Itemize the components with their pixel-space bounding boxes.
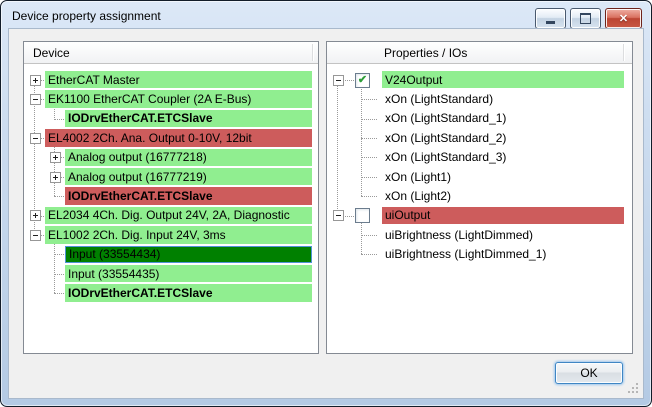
tree-item-label[interactable]: xOn (Light1) bbox=[382, 168, 624, 185]
minimize-icon bbox=[546, 21, 555, 24]
expand-icon[interactable] bbox=[30, 75, 41, 86]
tree-guide-line bbox=[361, 177, 377, 178]
tree-item-label[interactable]: Input (33554435) bbox=[65, 265, 312, 282]
tree-item-label[interactable]: Analog output (16777218) bbox=[65, 149, 312, 166]
close-icon: ✕ bbox=[619, 12, 628, 25]
tree-row: IODrvEtherCAT.ETCSlave bbox=[24, 109, 318, 128]
properties-column-header: Properties / IOs bbox=[327, 42, 632, 64]
tree-row: EL2034 4Ch. Dig. Output 24V, 2A, Diagnos… bbox=[24, 206, 318, 225]
dialog-client-area: Device EtherCAT Master EK1100 EtherCAT Co… bbox=[9, 29, 643, 398]
tree-guide-line bbox=[361, 235, 377, 236]
tree-item-label[interactable]: IODrvEtherCAT.ETCSlave bbox=[65, 284, 312, 301]
collapse-icon[interactable] bbox=[30, 94, 41, 105]
device-tree: EtherCAT Master EK1100 EtherCAT Coupler (… bbox=[24, 64, 318, 354]
tree-guide-line bbox=[361, 138, 377, 139]
tree-guide-line bbox=[361, 196, 377, 197]
maximize-icon bbox=[580, 13, 591, 24]
tree-item-label[interactable]: uiBrightness (LightDimmed_1) bbox=[382, 246, 624, 263]
titlebar-buttons: ✕ bbox=[535, 8, 642, 29]
expand-icon[interactable] bbox=[50, 152, 61, 163]
properties-header-label: Properties / IOs bbox=[384, 46, 467, 60]
tree-item-label[interactable]: Analog output (16777219) bbox=[65, 168, 312, 185]
tree-row: Analog output (16777219) bbox=[24, 167, 318, 186]
tree-row: EL1002 2Ch. Dig. Input 24V, 3ms bbox=[24, 225, 318, 244]
tree-guide-line bbox=[54, 240, 55, 293]
tree-item-label[interactable]: xOn (LightStandard_2) bbox=[382, 129, 624, 146]
tree-guide-line bbox=[54, 143, 55, 196]
tree-item-label[interactable]: Input (33554434) bbox=[65, 246, 312, 263]
tree-guide-line bbox=[361, 119, 377, 120]
tree-item-label[interactable]: uiBrightness (LightDimmed) bbox=[382, 226, 624, 243]
tree-item-label[interactable]: uiOutput bbox=[382, 207, 624, 224]
tree-item-label[interactable]: EtherCAT Master bbox=[45, 71, 312, 88]
collapse-icon[interactable] bbox=[333, 210, 344, 221]
device-column-header: Device bbox=[24, 42, 318, 64]
assignment-checkbox[interactable] bbox=[355, 208, 370, 223]
ok-button[interactable]: OK bbox=[555, 362, 623, 384]
tree-guide-line bbox=[337, 80, 338, 216]
window-title: Device property assignment bbox=[12, 9, 161, 23]
tree-item-label[interactable]: IODrvEtherCAT.ETCSlave bbox=[65, 187, 312, 204]
tree-item-label[interactable]: EL1002 2Ch. Dig. Input 24V, 3ms bbox=[45, 226, 312, 243]
column-separator bbox=[312, 44, 314, 61]
collapse-icon[interactable] bbox=[30, 230, 41, 241]
device-tree-panel: Device EtherCAT Master EK1100 EtherCAT Co… bbox=[23, 41, 319, 354]
tree-row: IODrvEtherCAT.ETCSlave bbox=[24, 186, 318, 205]
tree-row: V24Output ✔ bbox=[327, 70, 632, 89]
expand-icon[interactable] bbox=[50, 172, 61, 183]
tree-guide-line bbox=[361, 85, 362, 196]
resize-grip[interactable] bbox=[628, 383, 640, 395]
tree-guide-line bbox=[361, 254, 377, 255]
assignment-checkbox[interactable]: ✔ bbox=[355, 73, 370, 88]
tree-guide-line bbox=[361, 221, 362, 255]
tree-row: Input (33554435) bbox=[24, 264, 318, 283]
tree-item-label[interactable]: V24Output bbox=[382, 71, 624, 88]
titlebar[interactable]: Device property assignment ✕ bbox=[1, 1, 651, 29]
collapse-icon[interactable] bbox=[30, 133, 41, 144]
minimize-button[interactable] bbox=[535, 8, 566, 29]
tree-row: EtherCAT Master bbox=[24, 70, 318, 89]
close-button[interactable]: ✕ bbox=[605, 8, 642, 29]
column-separator bbox=[623, 44, 625, 61]
tree-guide-line bbox=[361, 157, 377, 158]
device-header-label: Device bbox=[33, 46, 70, 60]
expand-icon[interactable] bbox=[30, 210, 41, 221]
properties-tree-panel: Properties / IOs V24Output ✔ xOn (LightSta… bbox=[326, 41, 633, 354]
tree-item-label[interactable]: EL2034 4Ch. Dig. Output 24V, 2A, Diagnos… bbox=[45, 207, 312, 224]
tree-row: Analog output (16777218) bbox=[24, 148, 318, 167]
tree-guide-line bbox=[361, 99, 377, 100]
tree-row: IODrvEtherCAT.ETCSlave bbox=[24, 283, 318, 302]
tree-item-label[interactable]: xOn (LightStandard_3) bbox=[382, 149, 624, 166]
tree-row: EK1100 EtherCAT Coupler (2A E-Bus) bbox=[24, 89, 318, 108]
maximize-button[interactable] bbox=[570, 8, 601, 29]
properties-tree: V24Output ✔ xOn (LightStandard) xOn (LightS… bbox=[327, 64, 632, 354]
tree-row: uiOutput bbox=[327, 206, 632, 225]
tree-item-label[interactable]: IODrvEtherCAT.ETCSlave bbox=[65, 110, 312, 127]
collapse-icon[interactable] bbox=[333, 75, 344, 86]
tree-item-label[interactable]: EL4002 2Ch. Ana. Output 0-10V, 12bit bbox=[45, 129, 312, 146]
tree-row: EL4002 2Ch. Ana. Output 0-10V, 12bit bbox=[24, 128, 318, 147]
dialog-window: Device property assignment ✕ Device Ethe… bbox=[0, 0, 652, 407]
tree-row: Input (33554434) bbox=[24, 245, 318, 264]
tree-item-label[interactable]: xOn (LightStandard) bbox=[382, 90, 624, 107]
tree-item-label[interactable]: EK1100 EtherCAT Coupler (2A E-Bus) bbox=[45, 90, 312, 107]
tree-item-label[interactable]: xOn (Light2) bbox=[382, 187, 624, 204]
tree-item-label[interactable]: xOn (LightStandard_1) bbox=[382, 110, 624, 127]
